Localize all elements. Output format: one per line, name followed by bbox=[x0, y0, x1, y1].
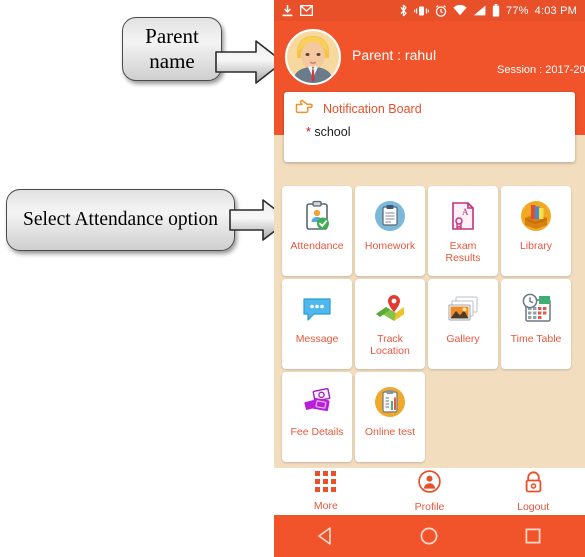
tile-exam-results[interactable]: A Exam Results bbox=[428, 186, 498, 276]
tile-label: Homework bbox=[364, 240, 416, 252]
exam-results-document-icon: A bbox=[446, 199, 480, 233]
android-navigation-bar bbox=[274, 519, 585, 557]
clock-time: 4:03 PM bbox=[534, 4, 577, 17]
parent-name-label: Parent : rahul bbox=[352, 47, 437, 63]
tile-label: Online test bbox=[364, 426, 416, 438]
message-bubble-icon bbox=[300, 292, 334, 326]
back-triangle-icon[interactable] bbox=[316, 526, 336, 551]
tile-gallery[interactable]: Gallery bbox=[428, 279, 498, 369]
time-table-calendar-clock-icon bbox=[519, 292, 553, 326]
gallery-photos-icon bbox=[446, 292, 480, 326]
vibrate-icon bbox=[414, 5, 429, 17]
nav-label: More bbox=[313, 500, 338, 512]
nav-item-logout[interactable]: Logout bbox=[481, 470, 585, 513]
homework-clipboard-icon bbox=[373, 199, 407, 233]
nav-label: Logout bbox=[517, 500, 550, 513]
attendance-clipboard-check-icon bbox=[300, 199, 334, 233]
tile-attendance[interactable]: Attendance bbox=[282, 186, 352, 276]
notification-text: school bbox=[314, 125, 351, 139]
tile-label: Time Table bbox=[510, 333, 562, 345]
tile-label: Track Location bbox=[370, 333, 410, 357]
nav-label: Profile bbox=[414, 501, 445, 513]
tile-fee-details[interactable]: Fee Details bbox=[282, 372, 352, 462]
bottom-navigation: More Profile Logout bbox=[274, 468, 585, 515]
pointing-hand-icon bbox=[294, 98, 313, 120]
nav-item-more[interactable]: More bbox=[274, 471, 378, 512]
status-bar-left-icons bbox=[282, 4, 313, 17]
tile-library[interactable]: Library bbox=[501, 186, 571, 276]
tile-label: Library bbox=[519, 240, 553, 252]
tile-label: Attendance bbox=[290, 240, 344, 252]
tile-time-table[interactable]: Time Table bbox=[501, 279, 571, 369]
notification-board-card: Notification Board * school bbox=[284, 92, 575, 162]
battery-percent: 77% bbox=[506, 4, 529, 17]
status-bar: 77% 4:03 PM bbox=[274, 0, 585, 21]
session-label: Session : 2017-2018 bbox=[497, 64, 585, 76]
feature-grid: Attendance Homework A Exam Results Libra… bbox=[282, 186, 577, 462]
tile-message[interactable]: Message bbox=[282, 279, 352, 369]
callout-select-attendance: Select Attendance option bbox=[6, 189, 235, 251]
callout-parent-name: Parent name bbox=[122, 17, 222, 81]
track-location-map-pin-icon bbox=[373, 292, 407, 326]
gmail-icon bbox=[300, 5, 313, 16]
alarm-icon bbox=[435, 4, 447, 17]
phone-screen: 77% 4:03 PM Parent : rahul Session : 201… bbox=[274, 0, 585, 557]
callout-select-attendance-text: Select Attendance option bbox=[23, 209, 218, 230]
home-circle-icon[interactable] bbox=[419, 526, 439, 551]
notification-item: * school bbox=[306, 125, 351, 139]
notification-bullet: * bbox=[306, 125, 311, 139]
fee-details-money-icon bbox=[300, 385, 334, 419]
battery-icon bbox=[492, 4, 500, 17]
tile-label: Gallery bbox=[446, 333, 480, 345]
tile-label: Exam Results bbox=[445, 240, 481, 264]
tile-label: Message bbox=[295, 333, 339, 345]
tile-label: Fee Details bbox=[290, 426, 344, 438]
callout-parent-name-text: Parent name bbox=[145, 24, 199, 73]
notification-board-title: Notification Board bbox=[323, 102, 422, 116]
grid-more-icon bbox=[315, 471, 337, 497]
tile-online-test[interactable]: Online test bbox=[355, 372, 425, 462]
library-books-icon bbox=[519, 199, 553, 233]
tile-homework[interactable]: Homework bbox=[355, 186, 425, 276]
logout-lock-icon bbox=[523, 470, 544, 498]
tile-track-location[interactable]: Track Location bbox=[355, 279, 425, 369]
nav-item-profile[interactable]: Profile bbox=[378, 470, 482, 513]
recents-square-icon[interactable] bbox=[523, 526, 543, 551]
status-bar-right-icons: 77% 4:03 PM bbox=[399, 4, 577, 17]
wifi-icon bbox=[453, 5, 467, 16]
notification-board-header: Notification Board bbox=[294, 98, 422, 120]
online-test-clipboard-icon bbox=[373, 385, 407, 419]
svg-text:A: A bbox=[462, 207, 469, 217]
bluetooth-icon bbox=[399, 4, 408, 17]
avatar[interactable] bbox=[285, 29, 341, 85]
profile-person-icon bbox=[418, 470, 441, 498]
download-icon bbox=[282, 4, 293, 17]
signal-icon bbox=[473, 5, 486, 16]
